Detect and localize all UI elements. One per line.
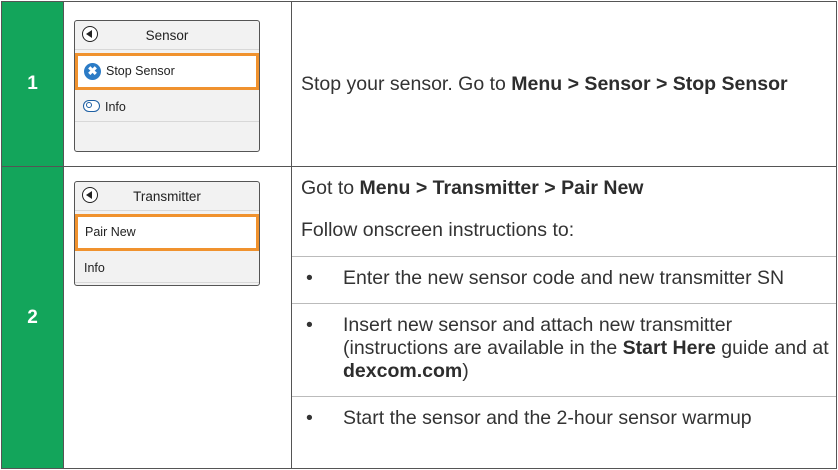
- menu-path: Menu > Sensor > Stop Sensor: [511, 72, 788, 95]
- step-description: Stop your sensor. Go to Menu > Sensor > …: [291, 1, 837, 167]
- stop-icon: ✖: [84, 63, 101, 80]
- text-segment: guide and at: [715, 337, 829, 359]
- list-item: • Insert new sensor and attach new transm…: [292, 303, 836, 383]
- device-screen: Sensor ✖ Stop Sensor Info: [74, 20, 260, 152]
- bullet: •: [306, 314, 313, 336]
- website-link: dexcom.com: [343, 360, 463, 382]
- list-item: • Enter the new sensor code and new trans…: [292, 256, 836, 290]
- instruction-list: • Enter the new sensor code and new trans…: [292, 256, 836, 430]
- bullet: •: [306, 267, 313, 289]
- menu-item-label: Pair New: [85, 225, 136, 239]
- step-description: Got to Menu > Transmitter > Pair New Fol…: [291, 166, 837, 469]
- menu-item-label: Info: [84, 261, 105, 275]
- menu-item-label: Info: [105, 100, 126, 114]
- step-row: 1 Sensor ✖ Stop Sensor Info Stop your se…: [1, 1, 837, 167]
- list-item: • Start the sensor and the 2-hour sensor …: [292, 396, 836, 430]
- guide-name: Start Here: [622, 337, 716, 359]
- list-item-text: Start the sensor and the 2-hour sensor w…: [343, 407, 752, 429]
- text-segment: Got to: [301, 177, 360, 199]
- menu-item-pair-new: Pair New: [75, 214, 259, 251]
- device-title: Transmitter: [133, 189, 201, 204]
- text-segment: Stop your sensor. Go to: [301, 72, 512, 95]
- menu-item-info: Info: [75, 93, 259, 122]
- device-header: Sensor: [75, 21, 259, 50]
- instruction-table: 1 Sensor ✖ Stop Sensor Info Stop your se…: [1, 1, 837, 469]
- device-title: Sensor: [145, 28, 189, 43]
- step-number: 1: [1, 1, 64, 167]
- text-segment: ): [462, 360, 469, 382]
- info-icon: [83, 100, 100, 112]
- step-row: 2 Transmitter Pair New Info Got to Menu …: [1, 166, 837, 469]
- device-screenshot-cell: Sensor ✖ Stop Sensor Info: [63, 1, 292, 167]
- bullet: •: [306, 407, 313, 429]
- menu-item-info: Info: [75, 254, 259, 283]
- device-header: Transmitter: [75, 182, 259, 211]
- step-text: Stop your sensor. Go to Menu > Sensor > …: [301, 73, 822, 96]
- menu-item-stop-sensor: ✖ Stop Sensor: [75, 53, 259, 90]
- menu-path: Menu > Transmitter > Pair New: [359, 177, 644, 199]
- menu-item-label: Stop Sensor: [106, 64, 175, 78]
- device-screen: Transmitter Pair New Info: [74, 181, 260, 286]
- list-item-text: Enter the new sensor code and new transm…: [343, 267, 785, 289]
- step-text: Got to Menu > Transmitter > Pair New: [301, 177, 822, 200]
- device-screenshot-cell: Transmitter Pair New Info: [63, 166, 292, 469]
- step-text: Follow onscreen instructions to:: [301, 219, 575, 241]
- step-number: 2: [1, 166, 64, 469]
